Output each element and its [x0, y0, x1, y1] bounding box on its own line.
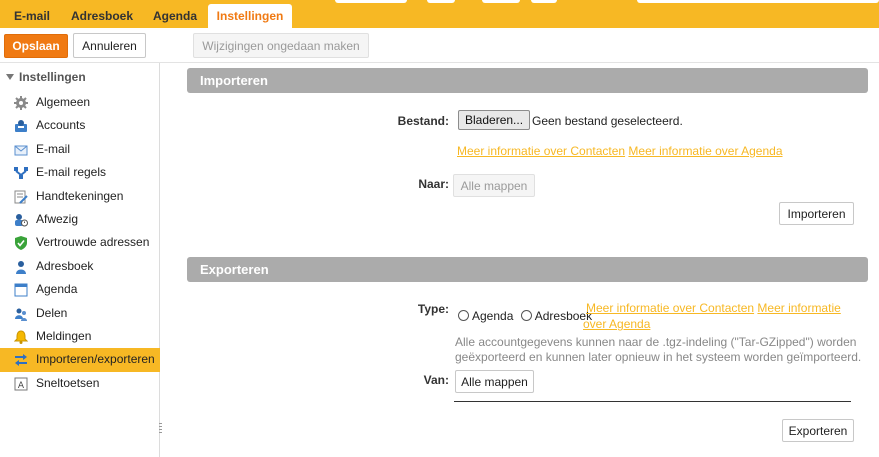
export-section-header: Exporteren — [187, 257, 868, 282]
cancel-button[interactable]: Annuleren — [73, 33, 146, 58]
import-section-header: Importeren — [187, 68, 868, 93]
shield-check-icon — [15, 236, 27, 251]
sidebar-item-label: Adresboek — [36, 258, 94, 273]
sidebar-resize-handle[interactable] — [159, 423, 162, 437]
radio-addressbook[interactable]: Adresboek — [520, 309, 592, 323]
top-control[interactable] — [335, 0, 407, 3]
sidebar-item-signatures[interactable]: Handtekeningen — [0, 185, 160, 208]
import-export-icon — [15, 354, 27, 367]
sidebar-item-shortcuts[interactable]: A Sneltoetsen — [0, 372, 160, 395]
type-label: Type: — [417, 302, 449, 316]
signature-icon — [14, 190, 28, 204]
tab-addressbook[interactable]: Adresboek — [66, 4, 138, 28]
sidebar-item-accounts[interactable]: Accounts — [0, 114, 160, 137]
browse-button[interactable]: Bladeren... — [458, 110, 531, 130]
filter-rules-icon — [14, 167, 28, 180]
sidebar-item-label: Delen — [36, 305, 68, 320]
radio-circle-icon — [458, 310, 469, 321]
sidebar-item-email-rules[interactable]: E-mail regels — [0, 161, 160, 184]
sidebar-item-label: Handtekeningen — [36, 188, 124, 203]
top-control[interactable] — [482, 0, 520, 3]
sidebar-item-email[interactable]: E-mail — [0, 138, 160, 161]
top-control[interactable] — [531, 0, 557, 3]
sidebar-item-label: Meldingen — [36, 328, 92, 343]
export-type-options: Agenda Adresboek — [458, 309, 592, 323]
sidebar-item-label: Agenda — [36, 282, 78, 297]
sidebar-item-label: Vertrouwde adressen — [36, 235, 150, 250]
top-control[interactable] — [427, 0, 455, 3]
export-folder-select[interactable]: Alle mappen — [455, 370, 534, 393]
keyboard-icon: A — [14, 377, 28, 391]
import-info-links: Meer informatie over Contacten Meer info… — [457, 144, 783, 158]
radio-circle-icon — [520, 310, 532, 321]
search-input[interactable] — [637, 0, 879, 3]
sidebar-item-label: E-mail regels — [36, 165, 107, 180]
tab-settings[interactable]: Instellingen — [208, 4, 292, 28]
save-button[interactable]: Opslaan — [4, 34, 68, 58]
sidebar-item-label: Sneltoetsen — [36, 375, 100, 390]
contact-icon — [16, 260, 26, 274]
sidebar-item-notifications[interactable]: Meldingen — [0, 325, 160, 348]
link-calendar-info[interactable]: Meer informatie over Agenda — [628, 144, 782, 158]
sidebar-item-trusted-addresses[interactable]: Vertrouwde adressen — [0, 231, 160, 254]
sidebar-item-calendar[interactable]: Agenda — [0, 278, 160, 301]
tab-email[interactable]: E-mail — [6, 4, 58, 28]
sidebar-item-label: E-mail — [36, 141, 71, 156]
share-icon — [15, 308, 27, 321]
import-button[interactable]: Importeren — [779, 202, 854, 225]
bell-icon — [14, 330, 28, 344]
to-label: Naar: — [418, 177, 449, 191]
svg-text:A: A — [18, 381, 25, 391]
calendar-icon — [14, 283, 28, 297]
sidebar-item-label: Accounts — [36, 118, 86, 133]
sidebar-list: Algemeen Accounts E-mail E-mail regels H… — [0, 91, 160, 395]
export-help-text-line2: geëxporteerd en kunnen later opnieuw in … — [455, 350, 862, 364]
radio-calendar[interactable]: Agenda — [458, 309, 513, 323]
sidebar-item-general[interactable]: Algemeen — [0, 91, 160, 114]
sidebar-heading[interactable]: Instellingen — [0, 67, 86, 87]
sidebar-item-import-export[interactable]: Importeren/exporteren — [0, 348, 160, 372]
link-more-info[interactable]: Meer informatie — [757, 301, 840, 315]
divider — [454, 401, 851, 402]
export-help-text-line1: Alle accountgegevens kunnen naar de .tgz… — [455, 335, 857, 349]
settings-sidebar: Instellingen Algemeen Accounts E-mail E-… — [0, 63, 162, 457]
settings-content: Importeren Bestand: Bladeren... Geen bes… — [163, 63, 879, 457]
caret-down-icon — [6, 74, 14, 80]
tab-calendar[interactable]: Agenda — [146, 4, 204, 28]
sidebar-item-label: Importeren/exporteren — [36, 352, 155, 367]
envelope-icon — [14, 145, 28, 156]
out-of-office-icon — [15, 213, 28, 227]
link-calendar-info[interactable]: over Agenda — [583, 317, 650, 331]
export-button[interactable]: Exporteren — [782, 419, 854, 442]
export-info-link-wrap: over Agenda — [583, 317, 650, 331]
toolbar: Opslaan Annuleren Wijzigingen ongedaan m… — [0, 28, 879, 63]
export-info-links: Meer informatie over Contacten Meer info… — [586, 301, 841, 315]
import-folder-select[interactable]: Alle mappen — [453, 174, 535, 197]
sidebar-item-out-of-office[interactable]: Afwezig — [0, 208, 160, 231]
accounts-icon — [15, 120, 27, 133]
top-navigation-bar: E-mail Adresboek Agenda Instellingen — [0, 0, 879, 28]
sidebar-item-sharing[interactable]: Delen — [0, 302, 160, 325]
no-file-selected-text: Geen bestand geselecteerd. — [532, 114, 683, 128]
link-contacts-info[interactable]: Meer informatie over Contacten — [457, 144, 625, 158]
undo-changes-button[interactable]: Wijzigingen ongedaan maken — [193, 33, 369, 58]
link-contacts-info[interactable]: Meer informatie over Contacten — [586, 301, 754, 315]
sidebar-item-addressbook[interactable]: Adresboek — [0, 255, 160, 278]
sidebar-item-label: Algemeen — [36, 95, 91, 109]
from-label: Van: — [423, 373, 449, 387]
gear-icon — [14, 96, 28, 110]
sidebar-item-label: Afwezig — [36, 211, 79, 226]
file-label: Bestand: — [397, 114, 449, 128]
